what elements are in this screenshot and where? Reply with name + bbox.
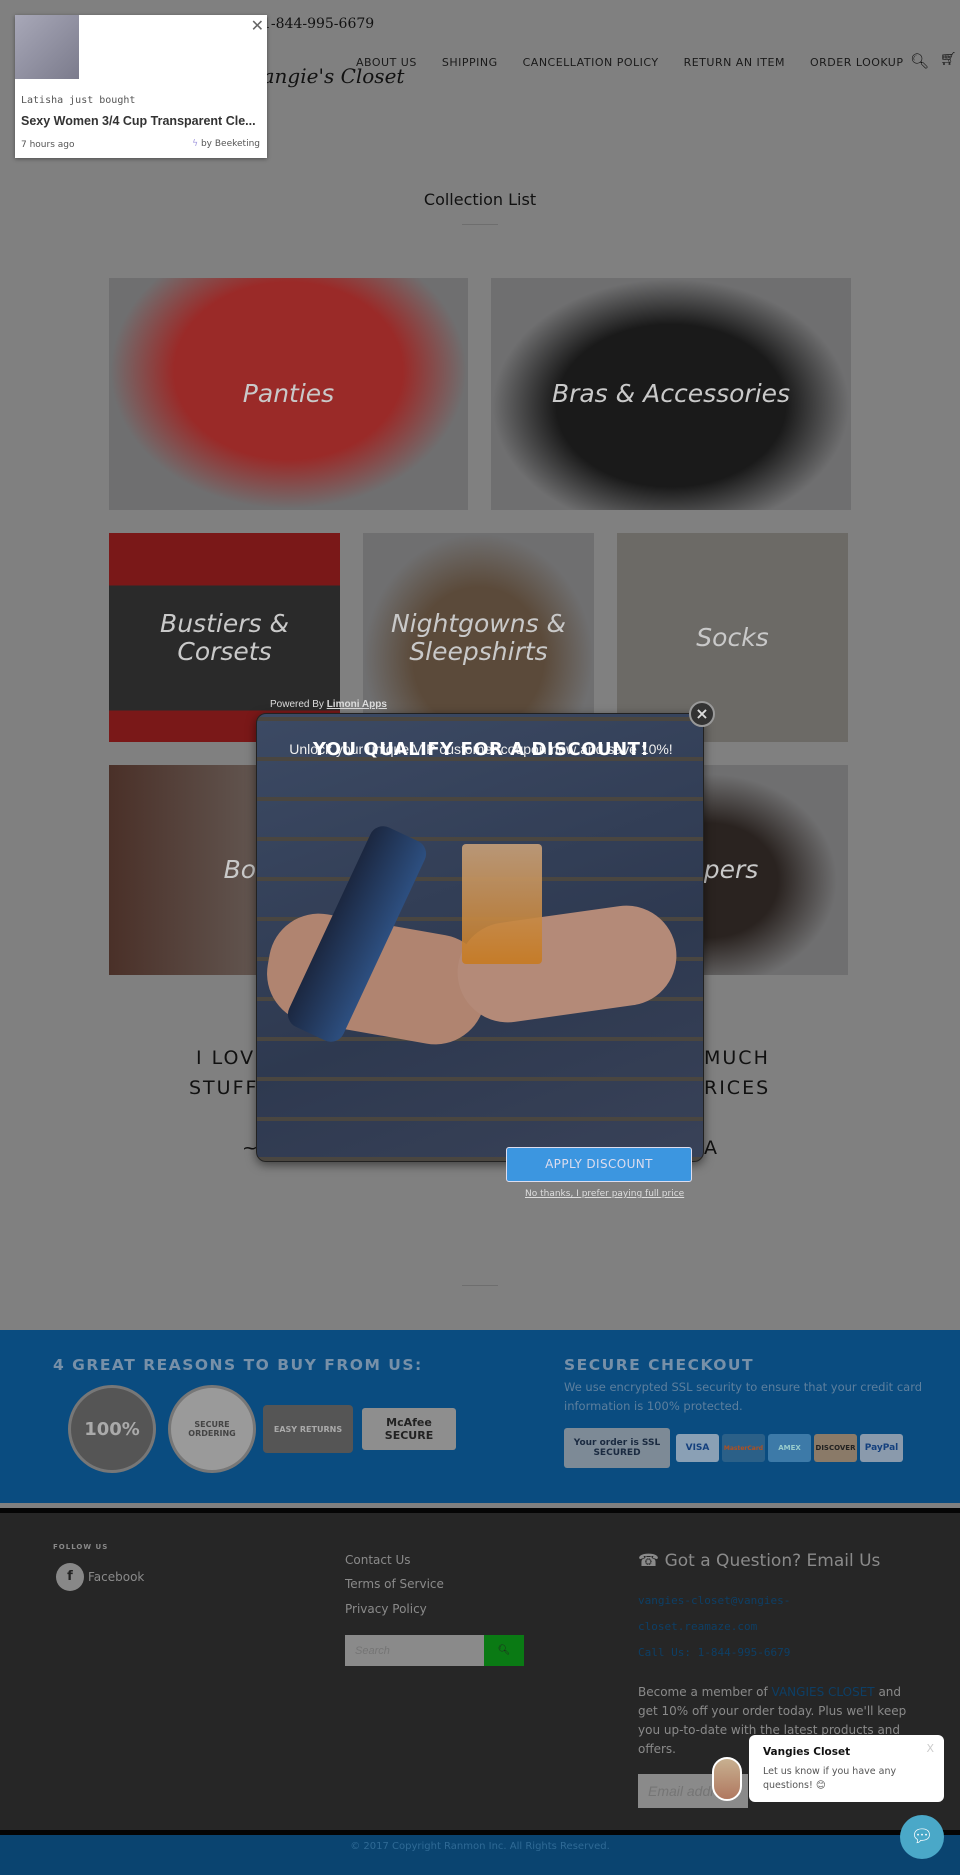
banner-text: A xyxy=(704,1137,719,1159)
copyright-bar: © 2017 Copyright Ranmon Inc. All Rights … xyxy=(0,1830,960,1875)
trust-section: 4 GREAT REASONS TO BUY FROM US: 100% SEC… xyxy=(0,1330,960,1503)
divider xyxy=(462,224,498,225)
tile-bras[interactable]: Bras & Accessories xyxy=(491,278,851,510)
nav-order-lookup[interactable]: ORDER LOOKUP xyxy=(810,56,904,69)
banner-text: I LOV xyxy=(196,1047,256,1069)
search-button[interactable]: 🔍︎ xyxy=(484,1635,524,1666)
footer-search-input[interactable] xyxy=(345,1635,484,1666)
terms-link[interactable]: Terms of Service xyxy=(345,1577,444,1591)
no-thanks-link[interactable]: No thanks, I prefer paying full price xyxy=(525,1189,684,1199)
chat-launcher-icon[interactable]: 💬︎ xyxy=(900,1815,944,1859)
contact-us-link[interactable]: Contact Us xyxy=(345,1553,411,1567)
contact-info[interactable]: vangies-closet@vangies-closet.reamaze.co… xyxy=(638,1588,790,1666)
trust-title: 4 GREAT REASONS TO BUY FROM US: xyxy=(53,1356,423,1374)
cart-icon[interactable]: 🛒︎ xyxy=(940,52,957,67)
discover-card: DISCOVER xyxy=(814,1434,857,1462)
checkout-title: SECURE CHECKOUT xyxy=(564,1356,755,1374)
mcafee-badge: McAfee SECURE xyxy=(362,1408,456,1450)
nav-about-us[interactable]: ABOUT US xyxy=(356,56,417,69)
tile-nightgowns[interactable]: Nightgowns & Sleepshirts xyxy=(363,533,594,742)
divider xyxy=(462,1285,498,1286)
chat-name: Vangies Closet xyxy=(763,1746,851,1758)
page-title: Collection List xyxy=(423,190,537,209)
time-ago: 7 hours ago xyxy=(21,140,75,150)
purchase-notification[interactable]: ✕ Latisha just bought Sexy Women 3/4 Cup… xyxy=(15,15,267,158)
satisfaction-badge: 100% xyxy=(68,1385,156,1473)
facebook-icon[interactable]: f xyxy=(56,1563,84,1591)
tile-panties[interactable]: Panties xyxy=(109,278,468,510)
discount-popup: Unlock your unique VIP customer coupon n… xyxy=(256,713,704,1162)
bolt-icon: ϟ xyxy=(192,139,199,149)
header-phone: 1-844-995-6679 xyxy=(262,16,375,32)
facebook-link[interactable]: Facebook xyxy=(88,1570,144,1584)
tile-bustiers[interactable]: Bustiers & Corsets xyxy=(109,533,340,742)
close-icon[interactable]: ✕ xyxy=(251,16,264,35)
tile-label: Panties xyxy=(242,379,335,408)
privacy-link[interactable]: Privacy Policy xyxy=(345,1602,427,1616)
product-name[interactable]: Sexy Women 3/4 Cup Transparent Cle... xyxy=(21,114,256,128)
ssl-badge: Your order is SSL SECURED xyxy=(564,1428,670,1468)
apply-discount-button[interactable]: APPLY DISCOUNT xyxy=(506,1147,692,1182)
agent-avatar xyxy=(712,1757,742,1801)
checkout-text: We use encrypted SSL security to ensure … xyxy=(564,1380,923,1413)
nav-return-an-item[interactable]: RETURN AN ITEM xyxy=(684,56,785,69)
main-nav: ABOUT US SHIPPING CANCELLATION POLICY RE… xyxy=(356,56,904,69)
visa-card: VISA xyxy=(676,1434,719,1462)
powered-by: Powered By Limoni Apps xyxy=(270,699,387,710)
tile-label: Socks xyxy=(696,622,769,652)
search-icon[interactable]: 🔍︎ xyxy=(910,52,929,70)
nav-cancellation-policy[interactable]: CANCELLATION POLICY xyxy=(523,56,659,69)
amex-card: AMEX xyxy=(768,1434,811,1462)
nav-shipping[interactable]: SHIPPING xyxy=(442,56,498,69)
popup-close-icon[interactable]: × xyxy=(689,701,715,727)
chat-bubble[interactable]: Vangies Closet Let us know if you have a… xyxy=(749,1735,944,1802)
chat-close-icon[interactable]: X xyxy=(926,1742,934,1755)
banner-text: RICES xyxy=(704,1077,771,1099)
secure-ordering-badge: SECURE ORDERING xyxy=(168,1385,256,1473)
banner-text: STUFF xyxy=(189,1077,259,1099)
limoni-link[interactable]: Limoni Apps xyxy=(327,699,387,710)
tile-label: Bras & Accessories xyxy=(551,379,791,408)
chat-message: Let us know if you have any questions! 😊 xyxy=(763,1766,897,1791)
banner-text: MUCH xyxy=(704,1047,770,1069)
paypal-card: PayPal xyxy=(860,1434,903,1462)
popup-title: YOU QUALIFY FOR A DISCOUNT! xyxy=(312,739,650,760)
tile-label: Bustiers & Corsets xyxy=(160,608,289,666)
mastercard-card: MasterCard xyxy=(722,1434,765,1462)
easy-returns-badge: EASY RETURNS xyxy=(263,1405,353,1453)
tile-socks[interactable]: Socks xyxy=(617,533,848,742)
buyer-text: Latisha just bought xyxy=(21,95,136,106)
phone-icon: ☎ xyxy=(638,1551,660,1571)
beeketing-credit: ϟ by Beeketing xyxy=(192,139,260,149)
copyright: © 2017 Copyright Ranmon Inc. All Rights … xyxy=(350,1841,610,1852)
follow-us-label: FOLLOW US xyxy=(53,1543,109,1551)
product-thumbnail xyxy=(15,15,79,79)
question-heading: ☎ Got a Question? Email Us xyxy=(638,1551,881,1571)
tile-label: Nightgowns & Sleepshirts xyxy=(390,608,567,666)
